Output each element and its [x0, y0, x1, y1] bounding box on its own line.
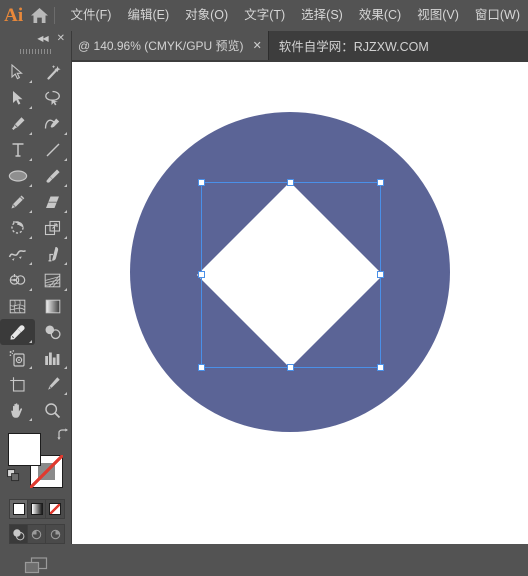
shaper-pencil-tool[interactable] — [0, 189, 35, 215]
tools-panel-header[interactable]: ◀◀ ✕ — [0, 31, 71, 46]
free-transform-tool[interactable] — [35, 241, 70, 267]
flyout-indicator — [64, 132, 67, 135]
document-tab-label: @ 140.96% (CMYK/GPU 预览) — [78, 37, 244, 54]
color-mode-group — [9, 499, 65, 519]
flyout-indicator — [29, 262, 32, 265]
flyout-indicator — [29, 158, 32, 161]
flyout-indicator — [29, 418, 32, 421]
flyout-indicator — [64, 158, 67, 161]
selection-handle-sw[interactable] — [198, 364, 205, 371]
curvature-tool[interactable] — [35, 111, 70, 137]
selection-tool[interactable] — [0, 59, 35, 85]
flyout-indicator — [29, 210, 32, 213]
artboard[interactable] — [72, 62, 528, 544]
menu-file[interactable]: 文件(F) — [63, 5, 120, 26]
illustrator-window: Ai 文件(F) 编辑(E) 对象(O) 文字(T) 选择(S) 效果(C) 视… — [0, 0, 528, 544]
flyout-indicator — [64, 236, 67, 239]
site-watermark-label: 软件自学网：RJZXW.COM — [279, 36, 429, 55]
flyout-indicator — [29, 288, 32, 291]
mesh-tool[interactable] — [0, 293, 35, 319]
draw-behind-mode[interactable] — [28, 525, 46, 543]
shape-builder-tool[interactable] — [0, 267, 35, 293]
flyout-indicator — [64, 366, 67, 369]
draw-inside-mode[interactable] — [46, 525, 64, 543]
menu-effect[interactable]: 效果(C) — [351, 5, 409, 26]
slice-tool[interactable] — [35, 371, 70, 397]
flyout-indicator — [64, 288, 67, 291]
selection-handle-e[interactable] — [377, 271, 384, 278]
menu-window[interactable]: 窗口(W) — [467, 5, 528, 26]
eraser-tool[interactable] — [35, 189, 70, 215]
chevron-collapse-icon[interactable]: ◀◀ — [37, 35, 47, 43]
paintbrush-tool[interactable] — [35, 163, 70, 189]
menu-object[interactable]: 对象(O) — [177, 5, 236, 26]
color-mode-solid[interactable] — [10, 500, 28, 518]
panel-drag-handle[interactable] — [0, 46, 71, 56]
hand-tool[interactable] — [0, 397, 35, 423]
app-logo: Ai — [0, 0, 27, 31]
swap-fill-stroke-icon[interactable] — [56, 428, 69, 441]
change-screen-mode-icon[interactable] — [0, 554, 71, 576]
zoom-tool[interactable] — [35, 397, 70, 423]
selection-bounding-box[interactable] — [201, 182, 381, 368]
magic-wand-tool[interactable] — [35, 59, 70, 85]
flyout-indicator — [64, 210, 67, 213]
tools-panel: ◀◀ ✕ — [0, 31, 72, 544]
menu-view[interactable]: 视图(V) — [409, 5, 467, 26]
eyedropper-tool[interactable] — [0, 319, 35, 345]
flyout-indicator — [29, 80, 32, 83]
direct-selection-tool[interactable] — [0, 85, 35, 111]
artboard-tool[interactable] — [0, 371, 35, 397]
perspective-grid-tool[interactable] — [35, 267, 70, 293]
menu-divider — [54, 7, 55, 24]
width-warp-tool[interactable] — [0, 241, 35, 267]
selection-handle-s[interactable] — [287, 364, 294, 371]
menu-type[interactable]: 文字(T) — [236, 5, 293, 26]
selection-handle-se[interactable] — [377, 364, 384, 371]
selection-handle-w[interactable] — [198, 271, 205, 278]
selection-handle-n[interactable] — [287, 179, 294, 186]
menu-bar: Ai 文件(F) 编辑(E) 对象(O) 文字(T) 选择(S) 效果(C) 视… — [0, 0, 528, 31]
home-icon[interactable] — [27, 0, 51, 31]
menu-list: 文件(F) 编辑(E) 对象(O) 文字(T) 选择(S) 效果(C) 视图(V… — [63, 5, 528, 26]
draw-normal-mode[interactable] — [10, 525, 28, 543]
close-icon[interactable]: ✕ — [57, 34, 65, 44]
document-tab-bar: @ 140.96% (CMYK/GPU 预览) ✕ 软件自学网：RJZXW.CO… — [0, 31, 528, 60]
lasso-tool[interactable] — [35, 85, 70, 111]
default-fill-stroke-icon[interactable] — [7, 469, 20, 482]
canvas-area[interactable] — [72, 60, 528, 544]
flyout-indicator — [64, 392, 67, 395]
site-watermark-tab[interactable]: 软件自学网：RJZXW.COM — [269, 31, 439, 60]
symbol-sprayer-tool[interactable] — [0, 345, 35, 371]
flyout-indicator — [64, 262, 67, 265]
ellipse-tool[interactable] — [0, 163, 35, 189]
line-segment-tool[interactable] — [35, 137, 70, 163]
fill-stroke-controls[interactable] — [8, 429, 70, 495]
blend-tool[interactable] — [35, 319, 70, 345]
pen-tool[interactable] — [0, 111, 35, 137]
selection-handle-ne[interactable] — [377, 179, 384, 186]
color-mode-none[interactable] — [46, 500, 64, 518]
selection-handle-nw[interactable] — [198, 179, 205, 186]
flyout-indicator — [29, 132, 32, 135]
flyout-indicator — [29, 236, 32, 239]
flyout-indicator — [29, 366, 32, 369]
type-tool[interactable] — [0, 137, 35, 163]
color-mode-gradient[interactable] — [28, 500, 46, 518]
flyout-indicator — [29, 340, 32, 343]
flyout-indicator — [29, 106, 32, 109]
gradient-tool[interactable] — [35, 293, 70, 319]
close-icon[interactable]: ✕ — [253, 41, 262, 51]
draw-mode-group — [9, 524, 65, 544]
menu-edit[interactable]: 编辑(E) — [119, 5, 177, 26]
rotate-tool[interactable] — [0, 215, 35, 241]
column-graph-tool[interactable] — [35, 345, 70, 371]
flyout-indicator — [64, 184, 67, 187]
menu-select[interactable]: 选择(S) — [293, 5, 351, 26]
tools-grid — [0, 59, 71, 423]
fill-swatch[interactable] — [8, 433, 41, 466]
flyout-indicator — [29, 184, 32, 187]
scale-tool[interactable] — [35, 215, 70, 241]
